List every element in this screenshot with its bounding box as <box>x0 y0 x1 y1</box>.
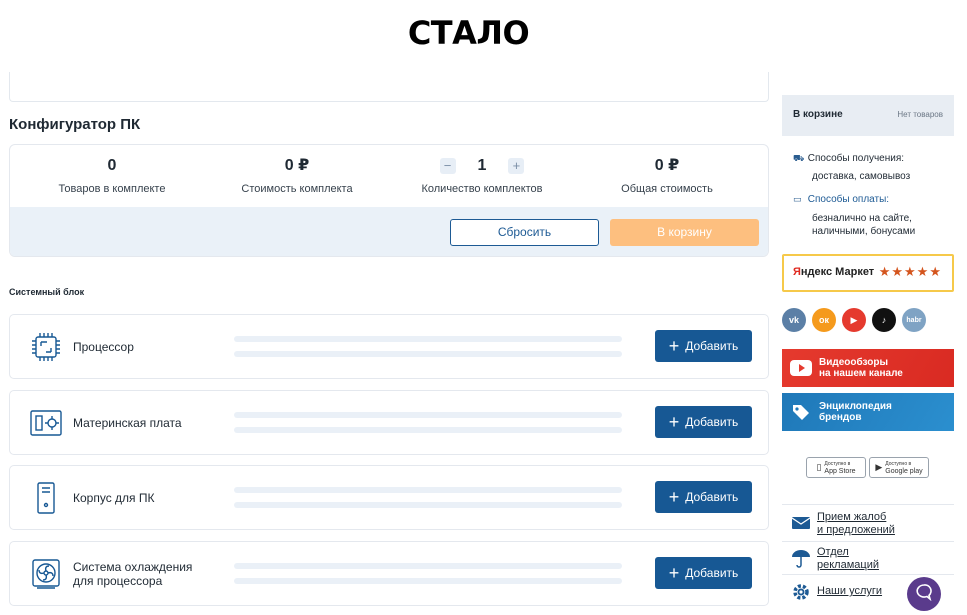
add-button-label: Добавить <box>685 490 739 504</box>
component-name: Материнская плата <box>73 415 182 430</box>
add-button-label: Добавить <box>685 339 739 353</box>
add-button-label: Добавить <box>685 566 739 580</box>
loading-placeholder <box>234 427 622 433</box>
loading-placeholder <box>234 412 622 418</box>
slide-title: СТАЛО <box>407 14 530 52</box>
cart-status: Нет товаров <box>897 110 943 119</box>
summary-panel: 0 Товаров в комплекте 0 ₽ Стоимость комп… <box>9 144 769 257</box>
loading-placeholder <box>234 487 622 493</box>
stat-value: 0 ₽ <box>654 157 680 174</box>
plus-icon: + <box>668 487 680 507</box>
component-name: Процессор <box>73 339 134 354</box>
yandex-market-logo: Яндекс Маркет <box>793 266 875 278</box>
tag-icon <box>790 403 812 421</box>
social-links: vk ок ▶ ♪ habr <box>782 308 926 332</box>
apple-icon: ▯ <box>816 462 822 472</box>
stat-set-price: 0 ₽ Стоимость комплекта <box>207 155 387 195</box>
habr-icon[interactable]: habr <box>902 308 926 332</box>
link-text: Наши услуги <box>817 585 883 597</box>
quantity-minus-button[interactable]: − <box>439 158 456 174</box>
sidebar: В корзине Нет товаров ⛟ Способы получени… <box>782 95 954 615</box>
odnoklassniki-icon[interactable]: ок <box>812 308 836 332</box>
stat-label: Количество комплектов <box>421 183 543 195</box>
card-icon: ▭ <box>793 194 802 204</box>
mini-cart[interactable]: В корзине Нет товаров <box>782 95 954 136</box>
component-name: Корпус для ПК <box>73 490 155 505</box>
stat-value: 0 ₽ <box>284 157 310 174</box>
loading-placeholder <box>234 336 622 342</box>
add-button-label: Добавить <box>685 415 739 429</box>
claims-link[interactable]: Отдел рекламаций <box>782 541 954 574</box>
complaints-link[interactable]: Прием жалоб и предложений <box>782 504 954 541</box>
stat-items-count: 0 Товаров в комплекте <box>22 155 202 195</box>
google-play-button[interactable]: ▶ Доступно в Google play <box>869 457 929 478</box>
youtube-play-icon <box>790 359 812 377</box>
stat-value: 0 <box>107 157 117 174</box>
payment-info[interactable]: ▭ Способы оплаты: <box>793 193 889 206</box>
pc-case-icon <box>28 481 64 515</box>
component-row: Система охлаждения для процессора + Добав… <box>9 541 769 606</box>
link-text: Прием жалоб и предложений <box>817 511 895 536</box>
component-row: Корпус для ПК + Добавить <box>9 465 769 530</box>
chat-button[interactable] <box>907 577 941 611</box>
quantity-value: 1 <box>477 157 487 174</box>
cpu-icon <box>28 330 64 364</box>
payment-value: безналично на сайте, наличными, бонусами <box>812 213 916 237</box>
banner-text: Энциклопедия брендов <box>819 401 892 423</box>
delivery-label: Способы получения: <box>807 153 905 164</box>
loading-placeholder <box>234 563 622 569</box>
cart-title: В корзине <box>793 109 843 120</box>
youtube-icon[interactable]: ▶ <box>842 308 866 332</box>
reset-button[interactable]: Сбросить <box>450 219 599 246</box>
delivery-value: доставка, самовывоз <box>812 171 911 182</box>
quantity-plus-button[interactable]: + <box>508 158 525 174</box>
stat-label: Общая стоимость <box>621 183 713 195</box>
component-name: Система охлаждения для процессора <box>73 559 193 588</box>
top-strip <box>9 72 769 102</box>
rating-stars: ★★★★★ <box>878 264 942 279</box>
component-row: Процессор + Добавить <box>9 314 769 379</box>
payment-label: Способы оплаты: <box>807 194 890 205</box>
gear-icon <box>790 582 812 602</box>
umbrella-icon <box>790 548 812 568</box>
stat-total-price: 0 ₽ Общая стоимость <box>577 155 757 195</box>
stat-label: Стоимость комплекта <box>241 183 353 195</box>
plus-icon: + <box>668 563 680 583</box>
add-cpu-button[interactable]: + Добавить <box>655 330 752 362</box>
component-row: Материнская плата + Добавить <box>9 390 769 455</box>
chat-bubble-icon <box>915 583 933 606</box>
page-title: Конфигуратор ПК <box>9 116 141 133</box>
plus-icon: + <box>668 412 680 432</box>
add-cooler-button[interactable]: + Добавить <box>655 557 752 589</box>
cpu-cooler-icon <box>28 557 64 591</box>
plus-icon: + <box>668 336 680 356</box>
banner-text: Видеообзоры на нашем канале <box>819 357 903 379</box>
add-case-button[interactable]: + Добавить <box>655 481 752 513</box>
link-text: Отдел рекламаций <box>817 546 879 571</box>
motherboard-icon <box>28 406 64 440</box>
app-store-button[interactable]: ▯ Доступно в App Store <box>806 457 866 478</box>
truck-icon: ⛟ <box>793 153 805 163</box>
section-label: Системный блок <box>9 287 85 297</box>
quantity-stepper: − 1 + <box>392 155 572 177</box>
loading-placeholder <box>234 351 622 357</box>
vk-icon[interactable]: vk <box>782 308 806 332</box>
tiktok-icon[interactable]: ♪ <box>872 308 896 332</box>
add-to-cart-button[interactable]: В корзину <box>610 219 759 246</box>
app-stores: ▯ Доступно в App Store ▶ Доступно в Google… <box>806 457 929 478</box>
delivery-info: ⛟ Способы получения: <box>793 152 904 165</box>
stat-set-quantity: − 1 + Количество комплектов <box>392 155 572 195</box>
google-play-icon: ▶ <box>875 462 883 472</box>
add-motherboard-button[interactable]: + Добавить <box>655 406 752 438</box>
loading-placeholder <box>234 502 622 508</box>
loading-placeholder <box>234 578 622 584</box>
mail-icon <box>790 513 812 533</box>
video-reviews-banner[interactable]: Видеообзоры на нашем канале <box>782 349 954 387</box>
brands-encyclopedia-banner[interactable]: Энциклопедия брендов <box>782 393 954 431</box>
stat-label: Товаров в комплекте <box>58 183 166 195</box>
summary-actions: Сбросить В корзину <box>10 207 768 256</box>
yandex-market-rating[interactable]: Яндекс Маркет ★★★★★ <box>782 254 954 292</box>
configurator-main: Конфигуратор ПК 0 Товаров в комплекте 0 … <box>9 72 769 615</box>
